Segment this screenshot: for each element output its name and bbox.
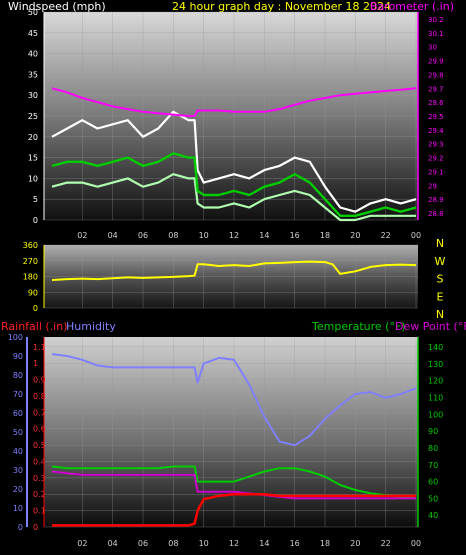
humidity-y-tick-label: 20: [13, 485, 23, 494]
wind-y-tick-label: 5: [33, 195, 38, 204]
x-tick-label-wind: 16: [290, 231, 300, 240]
wind-title: Windspeed (mph): [8, 0, 106, 13]
barometer-title: Barometer (.in): [370, 0, 454, 13]
baro-y-tick-label: 29.8: [428, 71, 444, 79]
humidity-y-tick-label: 10: [13, 504, 23, 513]
temp-y-tick-label: 50: [428, 494, 438, 503]
temp-y-tick-label: 100: [428, 410, 443, 419]
baro-y-tick-label: 29.5: [428, 113, 444, 121]
x-tick-label-climate: 10: [199, 539, 209, 548]
x-tick-label-climate: 02: [77, 539, 87, 548]
wind-y-tick-label: 45: [28, 29, 38, 38]
baro-y-tick-label: 30.1: [428, 30, 444, 38]
x-tick-label-climate: 22: [381, 539, 391, 548]
temp-y-tick-label: 40: [428, 511, 438, 520]
baro-y-tick-label: 29.6: [428, 99, 444, 107]
temp-y-tick-label: 60: [428, 478, 438, 487]
rainfall-title: Rainfall (.in): [1, 320, 68, 333]
wind-y-tick-label: 25: [28, 112, 38, 121]
x-tick-label-climate: 16: [290, 539, 300, 548]
direction-y-tick-label: 90: [28, 288, 38, 297]
baro-y-tick-label: 29.7: [428, 85, 444, 93]
temp-y-tick-label: 80: [428, 444, 438, 453]
baro-y-tick-label: 29: [428, 182, 437, 190]
wind-y-tick-label: 20: [28, 133, 38, 142]
humidity-y-tick-label: 80: [13, 371, 23, 380]
humidity-y-tick-label: 60: [13, 409, 23, 418]
x-tick-label-climate: 08: [168, 539, 178, 548]
humidity-y-tick-label: 0: [18, 523, 23, 532]
baro-y-tick-label: 29.9: [428, 58, 444, 66]
baro-y-tick-label: 28.8: [428, 210, 444, 218]
x-tick-label-wind: 02: [77, 231, 87, 240]
baro-y-tick-label: 29.1: [428, 168, 444, 176]
baro-y-tick-label: 29.3: [428, 141, 444, 149]
x-tick-label-wind: 14: [259, 231, 269, 240]
temp-y-tick-label: 70: [428, 461, 438, 470]
humidity-y-tick-label: 30: [13, 466, 23, 475]
wind-y-tick-label: 50: [28, 8, 38, 17]
wind-y-tick-label: 35: [28, 70, 38, 79]
graph-date-title: 24 hour graph day : November 18 2024: [172, 0, 391, 13]
direction-y-tick-label: 360: [23, 241, 38, 250]
direction-y-tick-label: 0: [33, 304, 38, 313]
temp-y-tick-label: 110: [428, 394, 443, 403]
x-tick-label-wind: 06: [138, 231, 148, 240]
x-tick-label-climate: 18: [320, 539, 330, 548]
temperature-title: Temperature (°F): [311, 320, 406, 333]
x-tick-label-wind: 00: [411, 231, 421, 240]
x-tick-label-climate: 12: [229, 539, 239, 548]
rain-y-tick-label: 0: [33, 523, 38, 532]
x-tick-label-climate: 00: [411, 539, 421, 548]
x-tick-label-wind: 04: [108, 231, 118, 240]
dewpoint-title: Dew Point (°F): [395, 320, 466, 333]
compass-label: W: [435, 255, 446, 268]
temp-y-tick-label: 140: [428, 343, 443, 352]
x-tick-label-climate: 14: [259, 539, 269, 548]
direction-y-tick-label: 180: [23, 273, 38, 282]
compass-label: N: [436, 237, 444, 250]
x-tick-label-wind: 10: [199, 231, 209, 240]
x-tick-label-climate: 20: [350, 539, 360, 548]
humidity-y-tick-label: 50: [13, 428, 23, 437]
x-tick-label-wind: 22: [381, 231, 391, 240]
weather-graph: Windspeed (mph) 24 hour graph day : Nove…: [1, 0, 466, 548]
baro-y-tick-label: 28.9: [428, 196, 444, 204]
temp-y-tick-label: 130: [428, 360, 443, 369]
x-tick-label-wind: 08: [168, 231, 178, 240]
rain-y-tick-label: 1: [33, 359, 38, 368]
humidity-y-tick-label: 90: [13, 352, 23, 361]
wind-y-tick-label: 15: [28, 154, 38, 163]
temp-y-tick-label: 120: [428, 377, 443, 386]
wind-y-tick-label: 40: [28, 50, 38, 59]
direction-y-tick-label: 270: [23, 257, 38, 266]
x-tick-label-climate: 06: [138, 539, 148, 548]
wind-y-tick-label: 0: [33, 216, 38, 225]
x-tick-label-climate: 04: [108, 539, 118, 548]
humidity-title: Humidity: [66, 320, 116, 333]
baro-y-tick-label: 29.2: [428, 155, 444, 163]
humidity-y-tick-label: 40: [13, 447, 23, 456]
temp-y-tick-label: 90: [428, 427, 438, 436]
wind-y-tick-label: 10: [28, 174, 38, 183]
x-tick-label-wind: 20: [350, 231, 360, 240]
baro-y-tick-label: 29.4: [428, 127, 444, 135]
compass-label: E: [437, 290, 444, 303]
compass-label: S: [437, 273, 444, 286]
x-tick-label-wind: 12: [229, 231, 239, 240]
humidity-y-tick-label: 70: [13, 390, 23, 399]
x-tick-label-wind: 18: [320, 231, 330, 240]
humidity-y-tick-label: 100: [8, 333, 23, 342]
baro-y-tick-label: 30.2: [428, 16, 444, 24]
baro-y-tick-label: 30: [428, 44, 437, 52]
wind-y-tick-label: 30: [28, 91, 38, 100]
